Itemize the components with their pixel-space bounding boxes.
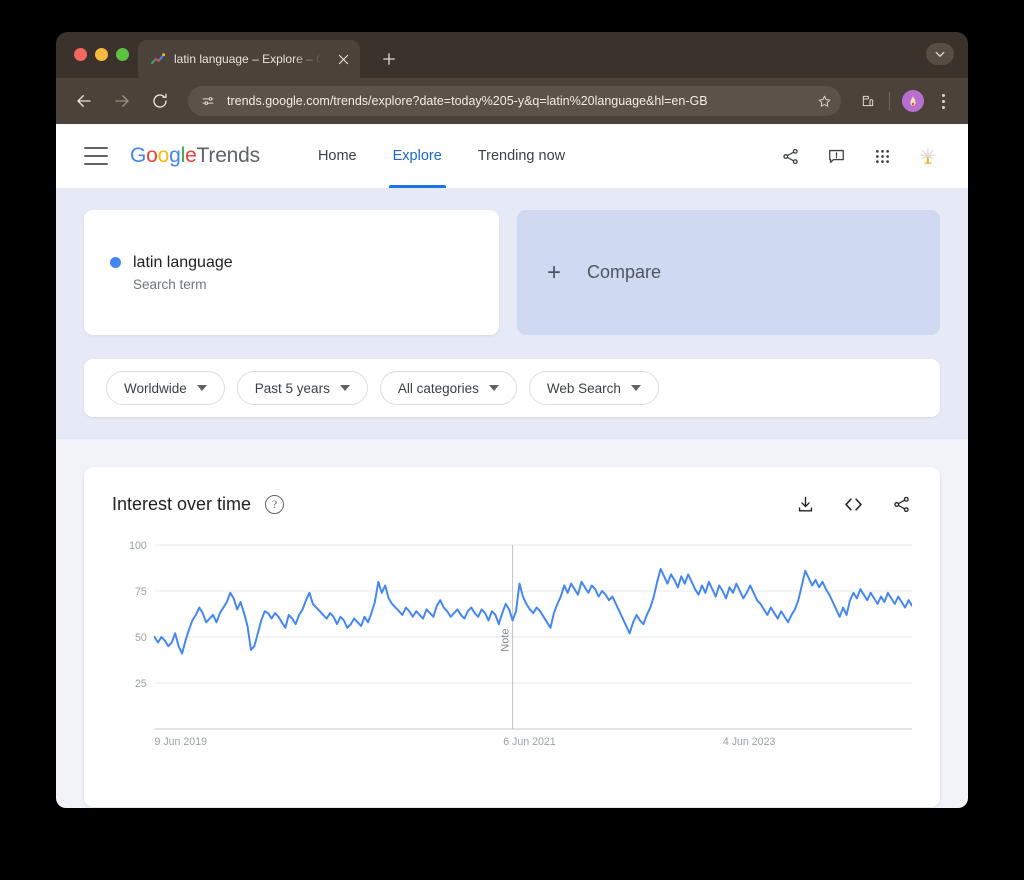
search-term-line: latin language [110,254,233,272]
search-term-value: latin language [133,253,233,271]
hamburger-icon[interactable] [84,147,108,165]
arrow-right-icon[interactable] [108,87,136,115]
tab-search-button[interactable] [926,43,954,65]
nav-item-trending-now[interactable]: Trending now [478,124,565,188]
puzzle-piece-icon[interactable] [855,88,881,114]
svg-text:9 Jun 2019: 9 Jun 2019 [155,736,208,748]
tab-title: latin language – Explore – Goo [174,52,326,66]
avatar-icon[interactable] [902,90,924,112]
kebab-menu-icon[interactable] [932,90,954,112]
help-circle-icon[interactable]: ? [265,494,285,514]
google-trends-logo[interactable]: GoogleTrends [130,144,260,168]
close-window-button[interactable] [74,48,87,61]
chevron-down-icon [630,385,641,391]
header-actions [778,144,940,168]
svg-text:25: 25 [135,678,147,690]
share-icon[interactable] [890,493,912,515]
apps-grid-icon[interactable] [870,144,894,168]
svg-text:50: 50 [135,632,147,644]
interest-over-time-chart[interactable]: 25 50 75 100 9 Jun 2019 6 Jun 2021 4 Jun 2023 N… [112,537,912,767]
logo-letter-o2: o [157,144,170,167]
chevron-down-icon [488,385,499,391]
svg-text:4 Jun 2023: 4 Jun 2023 [723,736,776,748]
code-icon[interactable] [842,493,864,515]
browser-toolbar: trends.google.com/trends/explore?date=to… [56,78,968,124]
svg-text:6 Jun 2021: 6 Jun 2021 [503,736,556,748]
tune-settings-icon[interactable] [198,91,218,111]
query-row: latin language Search term + Compare [84,210,940,335]
chart-header: Interest over time ? [112,493,912,515]
chart-plot-area[interactable]: 25 50 75 100 9 Jun 2019 6 Jun 2021 4 Jun 2023 N… [112,537,912,767]
page-viewport: GoogleTrends Home Explore Trending now l… [56,124,968,808]
filter-section: Worldwide Past 5 years All categories We… [56,359,968,439]
trends-header: GoogleTrends Home Explore Trending now [56,124,968,188]
address-bar[interactable]: trends.google.com/trends/explore?date=to… [188,86,841,116]
screenshot-root: latin language – Explore – Goo trends.go… [0,0,1024,880]
trends-spark-icon [150,51,166,67]
chart-section: Interest over time ? 25 50 75 100 9 Jun … [56,439,968,807]
interest-over-time-card: Interest over time ? 25 50 75 100 9 Jun … [84,467,940,807]
logo-letter-o1: o [146,144,158,167]
chart-actions [794,493,912,515]
search-term-type: Search term [133,276,207,292]
logo-letter-e1: e [185,144,197,167]
search-type-filter-label: Web Search [546,380,621,396]
download-icon[interactable] [794,493,816,515]
minimize-window-button[interactable] [95,48,108,61]
svg-text:75: 75 [135,586,147,598]
url-text: trends.google.com/trends/explore?date=to… [227,94,708,108]
toolbar-divider [889,92,890,110]
account-avatar-icon[interactable] [916,144,940,168]
arrow-left-icon[interactable] [70,87,98,115]
nav-item-home[interactable]: Home [318,124,357,188]
new-tab-button[interactable] [376,46,402,72]
chart-title: Interest over time [112,493,252,514]
reload-icon[interactable] [146,87,174,115]
share-icon[interactable] [778,144,802,168]
browser-window: latin language – Explore – Goo trends.go… [56,32,968,808]
time-range-filter[interactable]: Past 5 years [236,371,368,405]
time-range-filter-label: Past 5 years [254,380,330,396]
browser-tab[interactable]: latin language – Explore – Goo [138,40,360,78]
svg-text:Note: Note [500,629,512,652]
logo-letter-g2: g [169,144,181,167]
window-controls[interactable] [74,48,129,61]
main-nav: Home Explore Trending now [318,124,565,188]
query-section: latin language Search term + Compare [56,188,968,359]
nav-item-explore[interactable]: Explore [388,124,446,188]
filter-bar: Worldwide Past 5 years All categories We… [84,359,940,417]
svg-text:100: 100 [129,540,147,552]
search-term-card[interactable]: latin language Search term [84,210,499,335]
compare-label: Compare [587,262,662,282]
category-filter[interactable]: All categories [379,371,517,405]
browser-tab-strip: latin language – Explore – Goo [56,32,968,78]
location-filter[interactable]: Worldwide [106,371,225,405]
plus-icon: + [547,258,562,286]
search-term-block: latin language Search term [110,254,233,292]
compare-card[interactable]: + Compare [517,210,940,335]
feedback-icon[interactable] [824,144,848,168]
star-icon[interactable] [813,90,835,112]
series-color-dot [110,257,121,268]
chevron-down-icon [339,385,350,391]
maximize-window-button[interactable] [116,48,129,61]
logo-product-name: Trends [196,144,261,167]
logo-letter-g1: G [130,144,147,167]
location-filter-label: Worldwide [124,380,187,396]
close-icon[interactable] [334,50,352,68]
search-type-filter[interactable]: Web Search [528,371,659,405]
chevron-down-icon [196,385,207,391]
category-filter-label: All categories [397,380,479,396]
